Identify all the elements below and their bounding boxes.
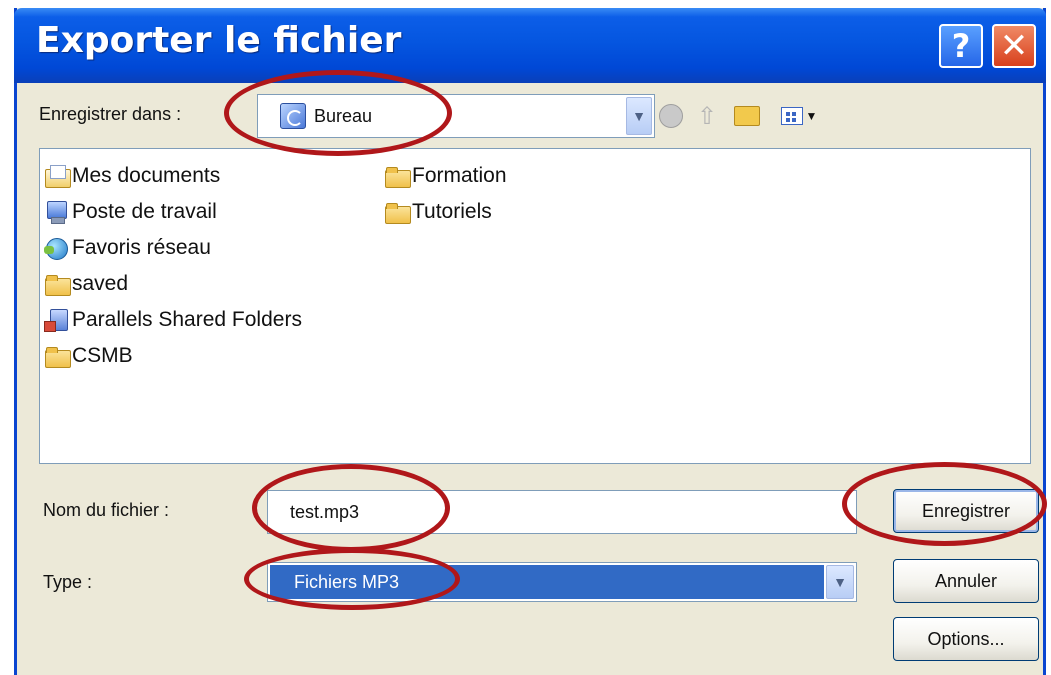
folder-icon bbox=[384, 165, 411, 188]
shared-folders-icon bbox=[44, 309, 70, 332]
highlight-circle-save-button bbox=[842, 462, 1047, 546]
list-item-label: Favoris réseau bbox=[72, 236, 211, 259]
list-item-label: Poste de travail bbox=[72, 200, 217, 223]
dialog-title: Exporter le fichier bbox=[36, 20, 402, 61]
list-item[interactable]: Formation bbox=[384, 161, 507, 191]
list-item[interactable]: Mes documents bbox=[44, 161, 220, 191]
back-icon[interactable] bbox=[657, 102, 685, 130]
list-item-label: CSMB bbox=[72, 344, 133, 367]
cancel-button[interactable]: Annuler bbox=[893, 559, 1039, 603]
folder-icon bbox=[44, 345, 71, 368]
title-bar[interactable]: Exporter le fichier ? ✕ bbox=[14, 8, 1046, 83]
view-menu-icon[interactable]: ▼ bbox=[777, 102, 821, 130]
my-documents-icon bbox=[44, 165, 71, 188]
list-item[interactable]: saved bbox=[44, 269, 128, 299]
up-folder-icon[interactable]: ⇧ bbox=[693, 102, 721, 130]
close-button[interactable]: ✕ bbox=[992, 24, 1036, 68]
view-dropdown-arrow-icon: ▼ bbox=[805, 109, 818, 123]
save-in-label: Enregistrer dans : bbox=[39, 104, 182, 124]
list-item[interactable]: Parallels Shared Folders bbox=[44, 305, 302, 335]
list-item-label: Formation bbox=[412, 164, 507, 187]
type-label: Type : bbox=[43, 572, 93, 592]
chevron-down-icon[interactable]: ▼ bbox=[826, 565, 854, 599]
options-button[interactable]: Options... bbox=[893, 617, 1039, 661]
help-button[interactable]: ? bbox=[939, 24, 983, 68]
list-item[interactable]: Tutoriels bbox=[384, 197, 492, 227]
highlight-circle-filename bbox=[252, 464, 450, 552]
folder-icon bbox=[44, 273, 71, 296]
list-item-label: saved bbox=[72, 272, 129, 295]
file-list[interactable]: Mes documents Poste de travail Favoris r… bbox=[39, 148, 1031, 464]
list-item-label: Parallels Shared Folders bbox=[72, 308, 302, 331]
filename-label: Nom du fichier : bbox=[43, 500, 170, 520]
network-icon bbox=[44, 237, 70, 260]
list-item[interactable]: Poste de travail bbox=[44, 197, 217, 227]
list-item[interactable]: CSMB bbox=[44, 341, 133, 371]
list-item[interactable]: Favoris réseau bbox=[44, 233, 211, 263]
highlight-circle-save-in bbox=[224, 70, 452, 156]
list-item-label: Mes documents bbox=[72, 164, 221, 187]
new-folder-icon[interactable] bbox=[733, 102, 761, 130]
folder-icon bbox=[384, 201, 411, 224]
list-item-label: Tutoriels bbox=[412, 200, 492, 223]
view-grid-icon bbox=[780, 107, 803, 125]
chevron-down-icon[interactable]: ▼ bbox=[626, 97, 652, 135]
computer-icon bbox=[44, 201, 70, 224]
export-dialog: Exporter le fichier ? ✕ Enregistrer dans… bbox=[14, 8, 1046, 675]
highlight-circle-type bbox=[244, 548, 460, 610]
